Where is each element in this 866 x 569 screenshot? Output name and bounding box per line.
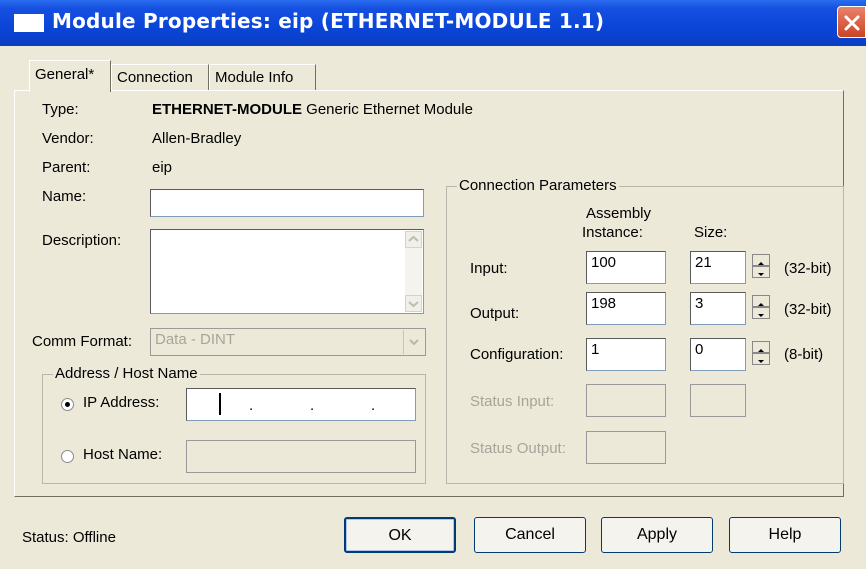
ip-address-label: IP Address: [83, 394, 160, 411]
output-size-spinner[interactable] [752, 295, 770, 319]
tab-module-info[interactable]: Module Info [209, 64, 316, 91]
window-title: Module Properties: eip (ETHERNET-MODULE … [52, 9, 605, 33]
configuration-instance-value: 1 [591, 341, 600, 358]
help-button[interactable]: Help [729, 517, 841, 553]
ip-address-value: . . . [249, 397, 382, 414]
assembly-header-line2: Instance: [582, 224, 643, 241]
input-instance-field[interactable]: 100 [586, 251, 666, 284]
configuration-instance-field[interactable]: 1 [586, 338, 666, 371]
output-instance-field[interactable]: 198 [586, 292, 666, 325]
address-group-title: Address / Host Name [53, 365, 200, 382]
description-scrollbar[interactable] [405, 231, 422, 312]
description-field[interactable] [150, 229, 424, 314]
vendor-value: Allen-Bradley [152, 130, 242, 147]
ip-address-radio[interactable] [61, 398, 74, 411]
configuration-size-spinner[interactable] [752, 341, 770, 365]
input-label: Input: [470, 260, 508, 277]
tab-general[interactable]: General* [29, 60, 111, 92]
spin-up-icon[interactable] [752, 341, 770, 353]
spin-down-icon[interactable] [752, 307, 770, 319]
configuration-label: Configuration: [470, 346, 564, 363]
status-output-instance-field[interactable] [586, 431, 666, 464]
text-cursor [219, 393, 221, 415]
configuration-size-value: 0 [695, 341, 704, 358]
parent-label: Parent: [42, 159, 91, 176]
connection-parameters-title: Connection Parameters [457, 177, 619, 194]
close-button[interactable] [837, 6, 866, 38]
output-size-field[interactable]: 3 [690, 292, 746, 325]
chevron-down-icon [409, 339, 419, 346]
input-unit: (32-bit) [784, 260, 832, 277]
cancel-button[interactable]: Cancel [474, 517, 586, 553]
status-output-label: Status Output: [470, 440, 566, 457]
input-size-value: 21 [695, 254, 712, 271]
close-icon [844, 15, 860, 31]
spin-down-icon[interactable] [752, 266, 770, 278]
status-input-size-field[interactable] [690, 384, 746, 417]
output-unit: (32-bit) [784, 301, 832, 318]
assembly-header-line1: Assembly [586, 205, 652, 222]
chevron-down-icon [408, 301, 419, 308]
output-size-value: 3 [695, 295, 704, 312]
configuration-size-field[interactable]: 0 [690, 338, 746, 371]
output-instance-value: 198 [591, 295, 617, 312]
spin-up-icon[interactable] [752, 295, 770, 307]
input-instance-value: 100 [591, 254, 617, 271]
host-name-radio[interactable] [61, 450, 74, 463]
vendor-label: Vendor: [42, 130, 94, 147]
module-properties-window: Module Properties: eip (ETHERNET-MODULE … [0, 0, 866, 569]
host-name-field[interactable] [186, 440, 416, 473]
apply-button[interactable]: Apply [601, 517, 713, 553]
status-input-label: Status Input: [470, 393, 555, 410]
size-header: Size: [694, 224, 728, 241]
description-label: Description: [42, 232, 122, 249]
configuration-unit: (8-bit) [784, 346, 824, 363]
comm-format-value: Data - DINT [155, 331, 236, 348]
comm-format-select[interactable]: Data - DINT [150, 328, 426, 356]
tab-connection[interactable]: Connection [111, 64, 209, 91]
status-input-instance-field[interactable] [586, 384, 666, 417]
parent-value: eip [152, 159, 173, 176]
spin-up-icon[interactable] [752, 254, 770, 266]
output-label: Output: [470, 305, 520, 322]
input-size-field[interactable]: 21 [690, 251, 746, 284]
comm-format-dropdown-button[interactable] [403, 330, 424, 354]
type-label: Type: [42, 101, 79, 118]
input-size-spinner[interactable] [752, 254, 770, 278]
window-icon [14, 14, 44, 32]
spin-down-icon[interactable] [752, 353, 770, 365]
scroll-down-button[interactable] [405, 295, 422, 312]
name-label: Name: [42, 188, 87, 205]
type-value: ETHERNET-MODULE Generic Ethernet Module [152, 101, 473, 118]
status-text: Status: Offline [22, 529, 116, 546]
host-name-label: Host Name: [83, 446, 163, 463]
title-bar[interactable]: Module Properties: eip (ETHERNET-MODULE … [0, 0, 866, 46]
ok-button[interactable]: OK [344, 517, 456, 553]
chevron-up-icon [408, 235, 419, 242]
ip-address-field[interactable]: . . . [186, 388, 416, 421]
comm-format-label: Comm Format: [32, 333, 133, 350]
name-field[interactable] [150, 189, 424, 217]
scroll-up-button[interactable] [405, 231, 422, 248]
